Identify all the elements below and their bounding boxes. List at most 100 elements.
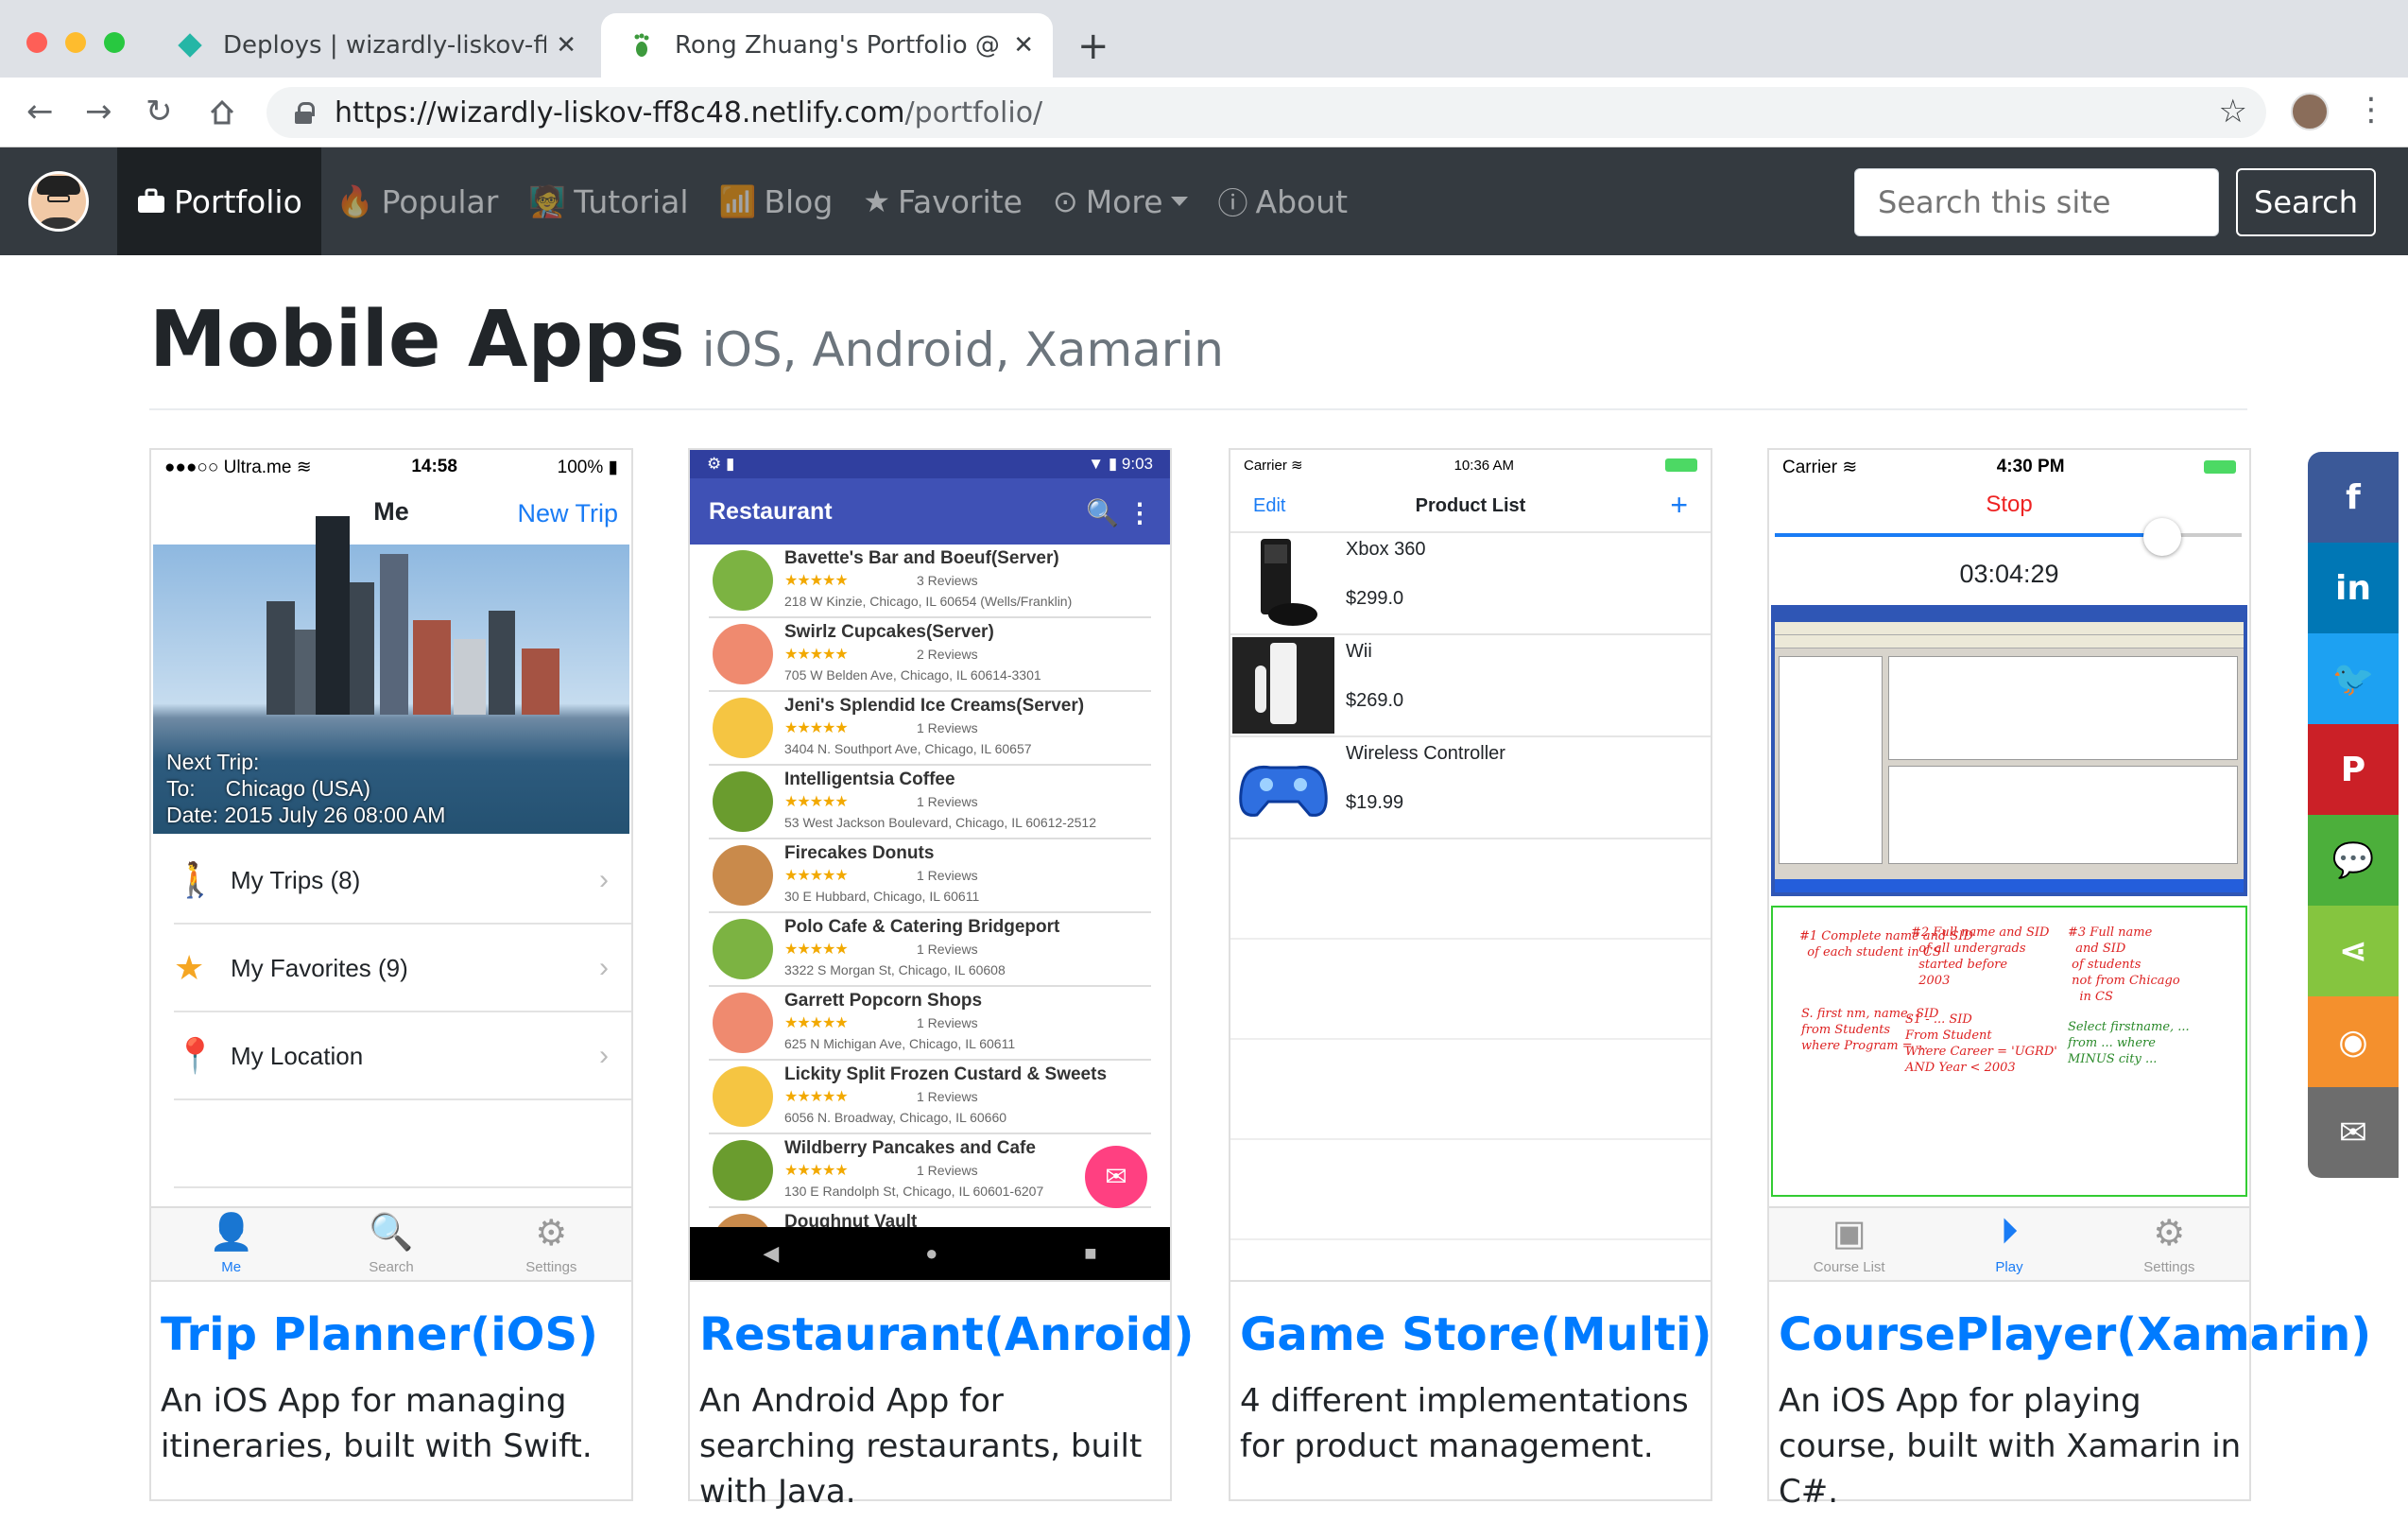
linkedin-share-button[interactable]: in — [2308, 543, 2399, 633]
social-share-bar: f in 🐦 P 💬 ⋖ ◉ ✉ — [2308, 452, 2399, 1178]
restaurant-row[interactable]: Swirlz Cupcakes(Server) ★★★★★ 2 Reviews 705… — [709, 618, 1151, 692]
chicago-skyline-image: Next Trip: To: Chicago (USA) Date: 2015 … — [153, 516, 629, 834]
tab-play[interactable]: ⏵ Play — [1929, 1208, 2089, 1280]
restaurant-row[interactable]: Jeni's Splendid Ice Creams(Server) ★★★★★ 1… — [709, 692, 1151, 766]
forward-icon[interactable]: → — [85, 93, 112, 130]
empty-row — [1230, 1040, 1711, 1140]
trip-planner-screenshot[interactable]: ●●●○○ Ultra.me ≋ 14:58 100% ▮ Me New Tri… — [151, 450, 631, 1282]
nav-popular[interactable]: 🔥 Popular — [321, 147, 514, 255]
zoom-window-button[interactable] — [104, 32, 125, 53]
tab-search[interactable]: 🔍 Search — [311, 1208, 471, 1280]
card-title-link[interactable]: CoursePlayer(Xamarin) — [1779, 1308, 2371, 1361]
add-product-button[interactable]: + — [1670, 488, 1688, 523]
restaurant-row[interactable]: Intelligentsia Coffee ★★★★★ 1 Reviews 53 We… — [709, 766, 1151, 839]
close-window-button[interactable] — [26, 32, 47, 53]
nav-tutorial[interactable]: 🧑‍🏫 Tutorial — [513, 147, 703, 255]
battery-icon — [1665, 458, 1697, 472]
restaurant-row[interactable]: Firecakes Donuts ★★★★★ 1 Reviews 30 E Hubba… — [709, 839, 1151, 913]
email-share-button[interactable]: ✉ — [2308, 1087, 2399, 1178]
tab-settings[interactable]: ⚙ Settings — [472, 1208, 631, 1280]
empty-row — [1230, 839, 1711, 940]
home-icon[interactable] — [208, 98, 236, 127]
share-share-button[interactable]: ⋖ — [2308, 906, 2399, 996]
home-circle-icon[interactable]: ● — [925, 1241, 937, 1266]
site-avatar[interactable] — [28, 171, 89, 232]
card-title-link[interactable]: Game Store(Multi) — [1240, 1308, 1711, 1361]
minimize-window-button[interactable] — [65, 32, 86, 53]
slider-thumb[interactable] — [2143, 518, 2182, 556]
card-title-link[interactable]: Trip Planner(iOS) — [161, 1308, 598, 1361]
tab-settings[interactable]: ⚙ Settings — [2090, 1208, 2249, 1280]
app-card-course-player: Carrier ≋ 4:30 PM Stop 03:04:29 #1 Compl… — [1767, 448, 2371, 1511]
hiker-icon: 🚶 — [174, 860, 216, 899]
close-tab-icon[interactable]: ✕ — [1013, 31, 1034, 60]
reload-icon[interactable]: ↻ — [146, 93, 173, 130]
footprint-icon — [634, 33, 649, 57]
search-and-overflow-icons[interactable]: 🔍 ⋮ — [1086, 497, 1153, 528]
list-item-label: My Favorites (9) — [231, 953, 408, 982]
ios-nav-bar: Edit Product List + — [1230, 480, 1711, 533]
play-circle-icon: ⏵ — [2000, 1212, 2019, 1252]
clock-text: 4:30 PM — [1996, 457, 2065, 476]
nav-about[interactable]: ⓘ About — [1203, 147, 1364, 255]
map-pin-icon: 📍 — [174, 1036, 216, 1075]
nav-favorite[interactable]: ★ Favorite — [848, 147, 1038, 255]
restaurant-row[interactable]: Garrett Popcorn Shops ★★★★★ 1 Reviews 625 N… — [709, 987, 1151, 1061]
back-triangle-icon[interactable]: ◀ — [763, 1241, 779, 1266]
profile-avatar[interactable] — [2291, 93, 2329, 130]
nav-label: Favorite — [898, 182, 1023, 220]
wechat-share-button[interactable]: 💬 — [2308, 815, 2399, 906]
close-tab-icon[interactable]: ✕ — [556, 31, 576, 60]
product-row[interactable]: Wireless Controller $19.99 — [1230, 737, 1711, 839]
nav-more-dropdown[interactable]: ⊙ More — [1038, 147, 1203, 255]
email-fab-button[interactable]: ✉ — [1085, 1146, 1147, 1208]
url-field[interactable]: https://wizardly-liskov-ff8c48.netlify.c… — [267, 87, 2266, 138]
new-trip-button[interactable]: New Trip — [517, 499, 618, 528]
course-player-screenshot[interactable]: Carrier ≋ 4:30 PM Stop 03:04:29 #1 Compl… — [1769, 450, 2249, 1282]
nav-blog[interactable]: 📶 Blog — [704, 147, 849, 255]
restaurant-row[interactable]: Polo Cafe & Catering Bridgeport ★★★★★ 1 Re… — [709, 913, 1151, 987]
stop-button[interactable]: Stop — [1769, 492, 2249, 518]
recents-square-icon[interactable]: ■ — [1084, 1241, 1096, 1266]
chevron-right-icon: › — [599, 864, 609, 895]
ios-nav-bar: Me New Trip — [151, 484, 631, 543]
address-bar-row: ← → ↻ https://wizardly-liskov-ff8c48.net… — [0, 78, 2408, 147]
divider — [149, 408, 2247, 410]
restaurant-row[interactable]: Lickity Split Frozen Custard & Sweets ★★★… — [709, 1061, 1151, 1134]
list-item-my-location[interactable]: 📍 My Location › — [174, 1013, 631, 1100]
carrier-text: ●●●○○ Ultra.me ≋ — [164, 457, 312, 477]
product-row[interactable]: Wii $269.0 — [1230, 635, 1711, 737]
bookmark-star-icon[interactable]: ☆ — [2219, 93, 2247, 130]
restaurant-thumbnail-icon — [713, 1066, 773, 1127]
weibo-share-button[interactable]: ◉ — [2308, 996, 2399, 1087]
browser-tab-portfolio[interactable]: Rong Zhuang's Portfolio @ https:// ✕ — [601, 13, 1053, 78]
card-title-link[interactable]: Restaurant(Anroid) — [699, 1308, 1194, 1361]
restaurant-address: 705 W Belden Ave, Chicago, IL 60614-3301 — [784, 667, 1041, 683]
review-count: 3 Reviews — [917, 573, 978, 588]
linkedin-icon: in — [2335, 568, 2371, 608]
tab-me[interactable]: 👤 Me — [151, 1208, 311, 1280]
game-store-screenshot[interactable]: Carrier ≋ 10:36 AM Edit Product List + X… — [1230, 450, 1711, 1282]
app-card-restaurant: ⚙ ▮ ▼ ▮ 9:03 Restaurant 🔍 ⋮ Bavette's Ba… — [688, 448, 1194, 1511]
restaurant-row[interactable]: Bavette's Bar and Boeuf(Server) ★★★★★ 3 Re… — [709, 545, 1151, 618]
back-icon[interactable]: ← — [26, 93, 54, 130]
restaurant-screenshot[interactable]: ⚙ ▮ ▼ ▮ 9:03 Restaurant 🔍 ⋮ Bavette's Ba… — [690, 450, 1170, 1282]
tab-course-list[interactable]: ▣ Course List — [1769, 1208, 1929, 1280]
product-row[interactable]: Xbox 360 $299.0 — [1230, 533, 1711, 635]
twitter-share-button[interactable]: 🐦 — [2308, 633, 2399, 724]
browser-tab-deploys[interactable]: Deploys | wizardly-liskov-ff8c48 ✕ — [149, 13, 595, 78]
facebook-share-button[interactable]: f — [2308, 452, 2399, 543]
twitter-icon: 🐦 — [2331, 660, 2375, 699]
site-search-button[interactable]: Search — [2236, 168, 2376, 236]
site-search-input[interactable] — [1854, 168, 2219, 236]
review-count: 2 Reviews — [917, 647, 978, 662]
nav-portfolio[interactable]: Portfolio — [117, 147, 321, 255]
review-count: 1 Reviews — [917, 1163, 978, 1178]
list-item-my-trips[interactable]: 🚶 My Trips (8) › — [174, 838, 631, 925]
pinterest-share-button[interactable]: P — [2308, 724, 2399, 815]
controller-image — [1239, 765, 1328, 817]
browser-menu-icon[interactable]: ⋮ — [2355, 91, 2387, 129]
list-item-my-favorites[interactable]: ★ My Favorites (9) › — [174, 925, 631, 1012]
new-tab-button[interactable]: + — [1077, 25, 1109, 68]
tab-title: Deploys | wizardly-liskov-ff8c48 — [223, 31, 547, 60]
